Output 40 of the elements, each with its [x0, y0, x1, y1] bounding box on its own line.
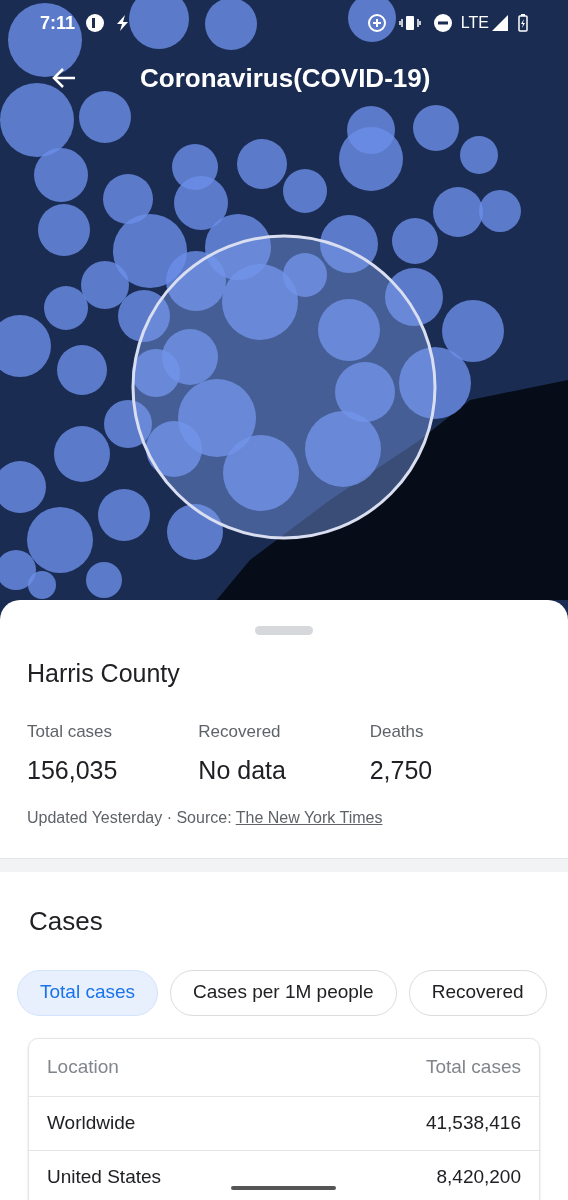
app-icon [85, 13, 106, 33]
place-name: Harris County [27, 658, 181, 689]
drag-handle[interactable] [255, 626, 313, 635]
case-bubble[interactable] [8, 3, 82, 77]
table-cell-text: United States [47, 1164, 162, 1189]
selected-area-circle[interactable] [131, 234, 437, 540]
table-cell-text: 8,420,200 [436, 1164, 521, 1189]
stat-label: Deaths [369, 720, 425, 743]
stat-value: 2,750 [369, 755, 434, 786]
filter-chip[interactable]: Recovered [408, 969, 547, 1016]
stat-label: Total cases [27, 720, 114, 743]
case-bubble[interactable] [348, 0, 396, 42]
case-bubble[interactable] [118, 290, 170, 342]
table-cell-text: 41,538,416 [425, 1110, 521, 1135]
status-time: 7:11 [40, 11, 76, 35]
case-bubble[interactable] [385, 268, 443, 326]
filter-chip[interactable]: Cases per 1M people [170, 969, 397, 1016]
page-title: Coronavirus(COVID-19) [140, 61, 431, 95]
case-bubble[interactable] [146, 421, 202, 477]
column-header: Location [47, 1054, 119, 1079]
case-bubble[interactable] [399, 347, 471, 419]
stat-label: Recovered [198, 720, 282, 743]
source-link[interactable]: The New York Times [235, 808, 383, 826]
vibrate-icon [398, 14, 421, 32]
section-title: Cases [29, 904, 104, 938]
network-type: LTE [460, 13, 489, 33]
column-header: Total cases [425, 1054, 521, 1079]
stat-value: No data [198, 755, 287, 786]
case-bubble[interactable] [104, 400, 152, 448]
table-cell-text: Worldwide [47, 1110, 136, 1135]
stat-value: 156,035 [27, 755, 119, 786]
battery-icon [518, 14, 528, 32]
signal-icon [492, 15, 508, 31]
filter-chip[interactable]: Total cases [17, 969, 159, 1016]
case-bubble[interactable] [167, 504, 223, 560]
do-not-disturb-icon [432, 13, 453, 33]
back-arrow-icon [51, 66, 77, 90]
case-bubble[interactable] [320, 215, 378, 273]
updated-text: Updated Yesterday · Source: [27, 808, 232, 826]
data-saver-icon [366, 13, 387, 33]
